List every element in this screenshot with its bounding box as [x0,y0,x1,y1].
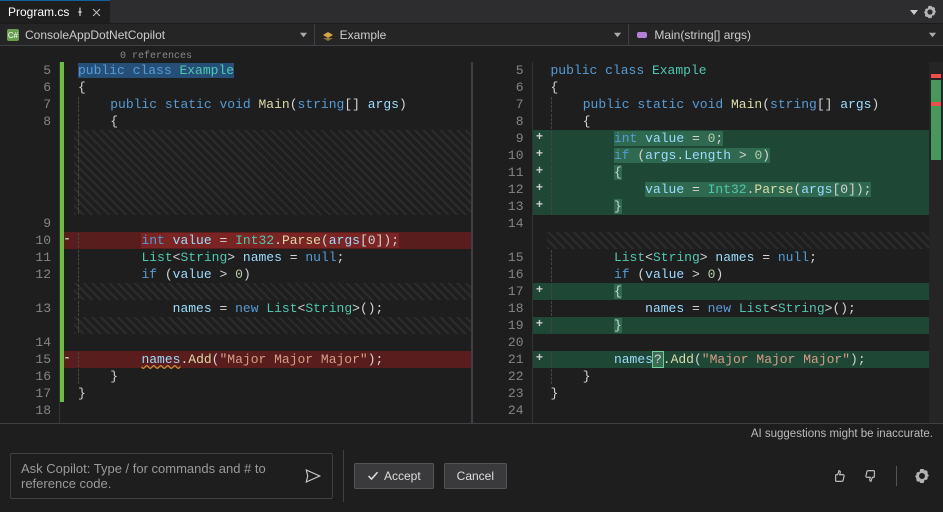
svg-text:C#: C# [8,31,19,40]
chevron-down-icon [928,30,937,39]
minimap-scroll[interactable] [929,62,943,423]
left-gutter: 5 6 7 8 9 10 11 12 13 14 15 16 17 18 [0,62,60,423]
accept-button[interactable]: Accept [354,463,434,489]
send-icon[interactable] [304,467,322,485]
copilot-panel: AI suggestions might be inaccurate. Ask … [0,423,943,512]
left-code[interactable]: public class Example { public static voi… [74,62,471,423]
tab-title: Program.cs [8,5,69,19]
ai-warning: AI suggestions might be inaccurate. [0,424,943,442]
file-tab[interactable]: Program.cs [0,0,110,23]
scope-method-label: Main(string[] args) [654,28,751,42]
scope-method[interactable]: Main(string[] args) [629,24,943,45]
thumbs-down-icon[interactable] [860,465,882,487]
diff-view: 5 6 7 8 9 10 11 12 13 14 15 16 17 18 [0,62,943,423]
diff-left-pane: 5 6 7 8 9 10 11 12 13 14 15 16 17 18 [0,62,471,423]
cancel-button[interactable]: Cancel [444,463,507,489]
scope-class[interactable]: Example [315,24,630,45]
dropdown-icon[interactable] [909,7,919,17]
codelens-references[interactable]: 0 references [120,51,192,62]
copilot-placeholder: Ask Copilot: Type / for commands and # t… [21,461,304,491]
codelens-row: 0 references [0,46,943,62]
chevron-down-icon [613,30,622,39]
pin-icon[interactable] [75,7,85,17]
right-gutter: 5 6 7 8 9 10 11 12 13 14 15 16 17 18 19 … [473,62,533,423]
thumbs-up-icon[interactable] [828,465,850,487]
copilot-input[interactable]: Ask Copilot: Type / for commands and # t… [10,453,333,499]
tab-bar-right [903,0,943,23]
scope-project[interactable]: C# ConsoleAppDotNetCopilot [0,24,315,45]
tab-bar: Program.cs [0,0,943,24]
class-icon [321,28,335,42]
scope-bar: C# ConsoleAppDotNetCopilot Example Main(… [0,24,943,46]
right-markers: + + + + + + + + [533,62,547,423]
close-icon[interactable] [91,7,102,18]
diff-right-pane: 5 6 7 8 9 10 11 12 13 14 15 16 17 18 19 … [473,62,943,423]
scope-class-label: Example [340,28,387,42]
check-icon [367,470,379,482]
settings-gear-icon[interactable] [911,465,933,487]
right-code[interactable]: public class Example { public static voi… [547,62,930,423]
csharp-project-icon: C# [6,28,20,42]
separator [896,466,897,486]
chevron-down-icon [299,30,308,39]
gear-icon[interactable] [923,5,937,19]
scope-project-label: ConsoleAppDotNetCopilot [25,28,165,42]
method-icon [635,28,649,42]
left-markers: - - [60,62,74,423]
